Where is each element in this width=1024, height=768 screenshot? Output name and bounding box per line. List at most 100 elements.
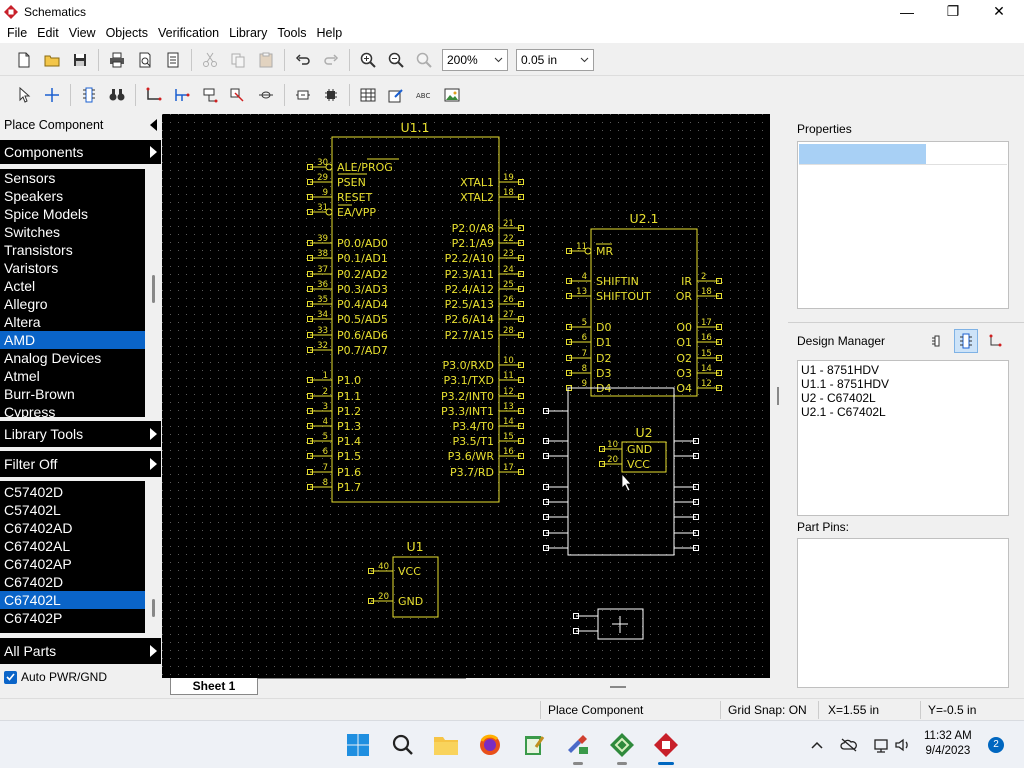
design-manager-list[interactable]: U1 - 8751HDV U1.1 - 8751HDV U2 - C67402L U2… bbox=[797, 360, 1009, 516]
show-hidden-icons-button[interactable] bbox=[806, 731, 828, 759]
open-button[interactable] bbox=[38, 47, 66, 73]
page-setup-button[interactable] bbox=[159, 47, 187, 73]
category-item[interactable]: Speakers bbox=[0, 187, 145, 205]
category-item[interactable]: Cypress bbox=[0, 403, 145, 417]
menu-tools[interactable]: Tools bbox=[272, 23, 311, 43]
part-item[interactable]: C67402D bbox=[0, 573, 145, 591]
scroll-thumb[interactable] bbox=[152, 599, 155, 617]
part-pins-box[interactable] bbox=[797, 538, 1009, 688]
menu-edit[interactable]: Edit bbox=[32, 23, 64, 43]
volume-button[interactable] bbox=[892, 731, 914, 759]
minimize-button[interactable]: — bbox=[884, 0, 930, 23]
splitter-handle[interactable] bbox=[777, 387, 779, 405]
category-item[interactable]: Varistors bbox=[0, 259, 145, 277]
notepad-button[interactable] bbox=[520, 731, 548, 759]
dm-components-button[interactable] bbox=[954, 329, 978, 353]
collapse-arrow-icon[interactable] bbox=[150, 119, 157, 131]
menu-objects[interactable]: Objects bbox=[101, 23, 153, 43]
pcb-app-button[interactable] bbox=[608, 731, 636, 765]
copy-button[interactable] bbox=[224, 47, 252, 73]
category-list[interactable]: Sensors Speakers Spice Models Switches Trans… bbox=[0, 169, 145, 417]
maximize-button[interactable]: ❐ bbox=[930, 0, 976, 23]
paste-button[interactable] bbox=[252, 47, 280, 73]
category-item[interactable]: Actel bbox=[0, 277, 145, 295]
firefox-button[interactable] bbox=[476, 731, 504, 759]
schematics-app-button[interactable] bbox=[652, 731, 680, 765]
part-item[interactable]: C57402L bbox=[0, 501, 145, 519]
filter-header[interactable]: Filter Off bbox=[0, 451, 161, 477]
category-item[interactable]: Spice Models bbox=[0, 205, 145, 223]
cut-button[interactable] bbox=[196, 47, 224, 73]
grid-size-select[interactable]: 0.05 in bbox=[516, 48, 594, 71]
category-item[interactable]: Analog Devices bbox=[0, 349, 145, 367]
zoom-level-select[interactable]: 200% bbox=[442, 48, 508, 71]
part-item[interactable]: C67402AD bbox=[0, 519, 145, 537]
category-scrollbar[interactable] bbox=[145, 169, 161, 417]
net-port-button[interactable] bbox=[196, 82, 224, 108]
zoom-out-button[interactable] bbox=[382, 47, 410, 73]
part-item[interactable]: C67402L bbox=[0, 591, 145, 609]
print-preview-button[interactable] bbox=[131, 47, 159, 73]
schematic-canvas[interactable]: U1.1 30 ALE/PROG 29 PSEN 9 RESET 31 EA/VPP 39 P0.0… bbox=[162, 114, 770, 678]
insert-image-button[interactable] bbox=[438, 82, 466, 108]
category-item[interactable]: Transistors bbox=[0, 241, 145, 259]
notification-badge[interactable]: 2 bbox=[988, 737, 1004, 753]
no-connect-button[interactable] bbox=[252, 82, 280, 108]
part-item[interactable]: C67402AL bbox=[0, 537, 145, 555]
dm-nets-button[interactable] bbox=[984, 330, 1006, 352]
part-item[interactable]: C67402P bbox=[0, 609, 145, 627]
part-list[interactable]: C57402D C57402L C67402AD C67402AL C67402AP C6… bbox=[0, 481, 145, 633]
scroll-thumb[interactable] bbox=[152, 275, 155, 303]
all-parts-header[interactable]: All Parts bbox=[0, 638, 161, 664]
find-button[interactable] bbox=[103, 82, 131, 108]
place-component-header[interactable]: Place Component bbox=[0, 114, 161, 136]
dm-pins-button[interactable] bbox=[926, 330, 948, 352]
start-button[interactable] bbox=[344, 731, 372, 759]
properties-selected-row[interactable] bbox=[799, 144, 926, 164]
print-button[interactable] bbox=[103, 47, 131, 73]
category-item[interactable]: Allegro bbox=[0, 295, 145, 313]
bus-tool-button[interactable] bbox=[168, 82, 196, 108]
design-manager-item[interactable]: U2.1 - C67402L bbox=[798, 405, 1008, 419]
category-item[interactable]: AMD bbox=[0, 331, 145, 349]
part-item[interactable]: C57402D bbox=[0, 483, 145, 501]
save-button[interactable] bbox=[66, 47, 94, 73]
wire-tool-button[interactable] bbox=[140, 82, 168, 108]
part-item[interactable]: C67402AP bbox=[0, 555, 145, 573]
edit-properties-button[interactable] bbox=[382, 82, 410, 108]
horizontal-scroll-thumb[interactable] bbox=[610, 686, 626, 688]
auto-pwr-gnd-option[interactable]: Auto PWR/GND bbox=[4, 670, 107, 684]
system-clock[interactable]: 11:32 AM 9/4/2023 bbox=[924, 729, 972, 759]
power-port-button[interactable] bbox=[289, 82, 317, 108]
design-manager-item[interactable]: U1.1 - 8751HDV bbox=[798, 377, 1008, 391]
auto-pwr-gnd-checkbox[interactable] bbox=[4, 670, 17, 684]
sheet-tab-1[interactable]: Sheet 1 bbox=[170, 678, 258, 695]
close-button[interactable]: ✕ bbox=[976, 0, 1022, 23]
select-tool-button[interactable] bbox=[10, 82, 38, 108]
menu-file[interactable]: File bbox=[2, 23, 32, 43]
zoom-fit-button[interactable] bbox=[410, 47, 438, 73]
crosshair-tool-button[interactable] bbox=[38, 82, 66, 108]
network-button[interactable] bbox=[870, 731, 892, 759]
network-status-button[interactable] bbox=[838, 731, 860, 759]
place-component-button[interactable] bbox=[75, 82, 103, 108]
category-item[interactable]: Atmel bbox=[0, 367, 145, 385]
category-item[interactable]: Sensors bbox=[0, 169, 145, 187]
new-file-button[interactable] bbox=[10, 47, 38, 73]
table-button[interactable] bbox=[354, 82, 382, 108]
category-item[interactable]: Altera bbox=[0, 313, 145, 331]
menu-verification[interactable]: Verification bbox=[153, 23, 224, 43]
undo-button[interactable] bbox=[289, 47, 317, 73]
redo-button[interactable] bbox=[317, 47, 345, 73]
menu-view[interactable]: View bbox=[64, 23, 101, 43]
category-item[interactable]: Switches bbox=[0, 223, 145, 241]
schematics-tool-button[interactable] bbox=[564, 731, 592, 765]
library-tools-header[interactable]: Library Tools bbox=[0, 421, 161, 447]
properties-box[interactable] bbox=[797, 141, 1009, 309]
search-button[interactable] bbox=[389, 731, 417, 759]
components-header[interactable]: Components bbox=[0, 140, 161, 164]
menu-library[interactable]: Library bbox=[224, 23, 272, 43]
spell-check-button[interactable]: ABC bbox=[410, 82, 438, 108]
file-explorer-button[interactable] bbox=[432, 731, 460, 759]
zoom-in-button[interactable] bbox=[354, 47, 382, 73]
